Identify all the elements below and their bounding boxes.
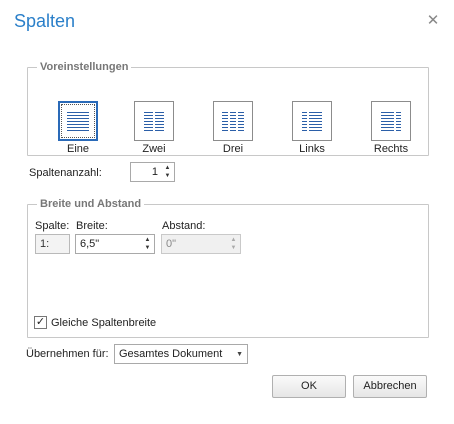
presets-group: Voreinstellungen Eine Zwei Drei Links Re… [27, 61, 429, 156]
width-value: 6,5" [80, 238, 100, 250]
column-count-value: 1 [151, 166, 158, 178]
preset-one-label: Eine [66, 143, 90, 155]
spacing-header: Abstand: [162, 220, 206, 232]
left-column-icon [292, 101, 332, 141]
equal-width-label: Gleiche Spaltenbreite [51, 316, 157, 329]
close-icon[interactable]: ✕ [426, 13, 440, 28]
stepper-arrows-icon: ▲ ▼ [230, 237, 237, 251]
right-column-icon [371, 101, 411, 141]
three-columns-icon [213, 101, 253, 141]
width-header: Breite: [76, 220, 108, 232]
preset-three[interactable]: Drei [213, 101, 253, 155]
width-stepper[interactable]: 6,5" ▲ ▼ [75, 234, 155, 254]
checkmark-icon[interactable]: ✓ [34, 316, 47, 329]
spacing-stepper: 0" ▲ ▼ [161, 234, 241, 254]
column-count-label: Spaltenanzahl: [29, 167, 102, 179]
equal-width-checkbox[interactable]: ✓ Gleiche Spaltenbreite [34, 316, 156, 329]
apply-to-label: Übernehmen für: [26, 348, 109, 360]
apply-to-select[interactable]: Gesamtes Dokument ▼ [114, 344, 248, 364]
apply-to-value: Gesamtes Dokument [119, 348, 223, 360]
column-count-stepper[interactable]: 1 ▲ ▼ [130, 162, 175, 182]
preset-two-label: Zwei [142, 143, 166, 155]
stepper-arrows-icon[interactable]: ▲ ▼ [163, 164, 172, 180]
stepper-arrows-icon[interactable]: ▲ ▼ [143, 236, 152, 252]
column-header: Spalte: [35, 220, 70, 232]
presets-legend: Voreinstellungen [40, 61, 129, 73]
cancel-button[interactable]: Abbrechen [353, 375, 427, 398]
spacing-value: 0" [166, 238, 177, 250]
columns-dialog: Spalten ✕ Voreinstellungen Eine Zwei Dre… [0, 0, 454, 424]
preset-one[interactable]: Eine [58, 101, 98, 155]
two-columns-icon [134, 101, 174, 141]
preset-left-label: Links [299, 143, 325, 155]
preset-three-label: Drei [222, 143, 244, 155]
column-number-cell: 1: [35, 234, 70, 254]
preset-right[interactable]: Rechts [371, 101, 411, 155]
preset-left[interactable]: Links [292, 101, 332, 155]
one-column-icon [58, 101, 98, 141]
dialog-title: Spalten [14, 11, 76, 31]
width-spacing-legend: Breite und Abstand [40, 198, 142, 210]
preset-right-label: Rechts [373, 143, 409, 155]
chevron-down-icon: ▼ [236, 351, 243, 358]
preset-two[interactable]: Zwei [134, 101, 174, 155]
ok-button[interactable]: OK [272, 375, 346, 398]
